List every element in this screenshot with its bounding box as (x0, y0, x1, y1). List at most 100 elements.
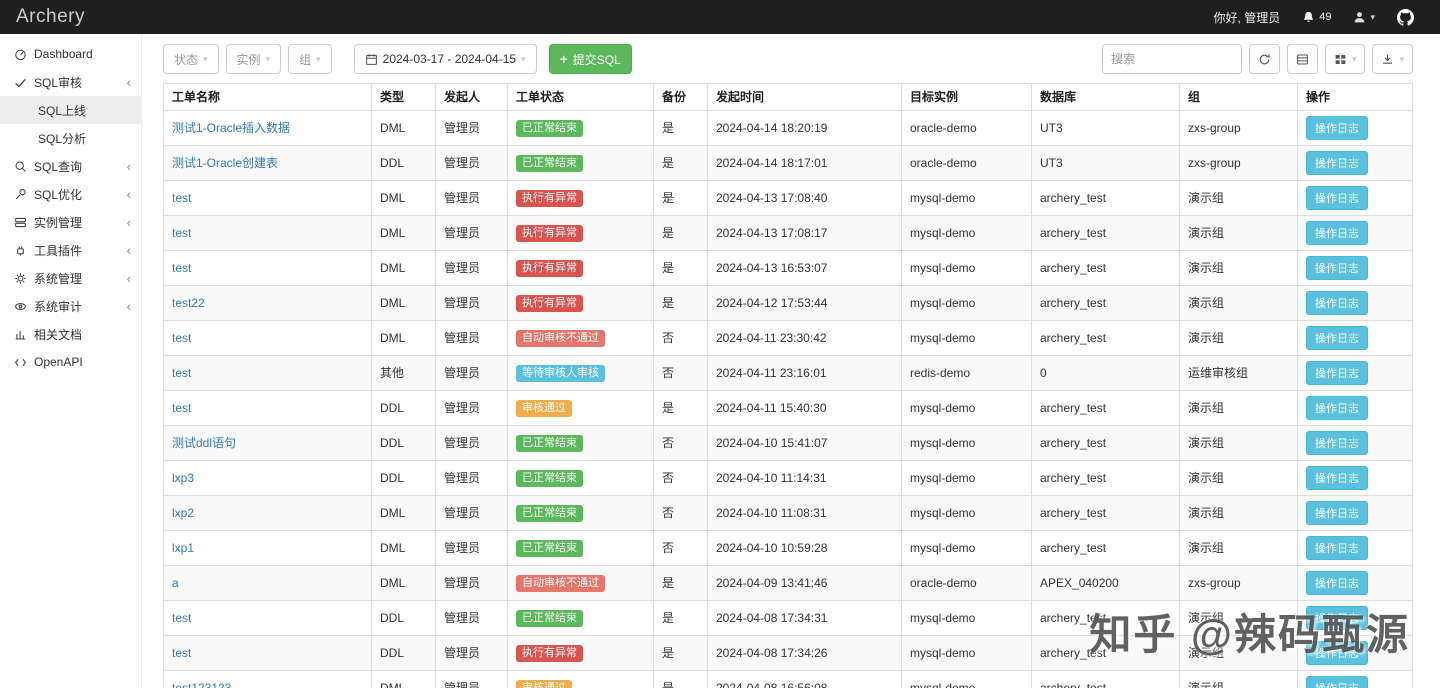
github-link[interactable] (1397, 8, 1414, 26)
status-badge: 执行有异常 (516, 224, 583, 243)
caret-down-icon: ▾ (316, 53, 321, 64)
group-filter-dropdown[interactable]: 组 ▾ (288, 44, 332, 74)
cell-instance: oracle-demo (901, 565, 1032, 601)
cell-backup: 否 (653, 460, 708, 496)
app-brand[interactable]: Archery (16, 6, 85, 28)
sidebar-item-tools-plugins[interactable]: 工具插件 ‹ (0, 236, 141, 264)
cell-user: 管理员 (435, 600, 508, 636)
cell-name: test (163, 355, 372, 391)
operation-log-button[interactable]: 操作日志 (1306, 501, 1368, 525)
operation-log-button[interactable]: 操作日志 (1306, 641, 1368, 665)
operation-log-button[interactable]: 操作日志 (1306, 291, 1368, 315)
operation-log-button[interactable]: 操作日志 (1306, 116, 1368, 140)
workflow-link[interactable]: test (172, 226, 191, 240)
sidebar-item-label: 工具插件 (34, 243, 83, 258)
workflow-link[interactable]: test (172, 366, 191, 380)
column-header-3[interactable]: 工单状态 (507, 83, 654, 111)
operation-log-button[interactable]: 操作日志 (1306, 606, 1368, 630)
operation-log-button[interactable]: 操作日志 (1306, 361, 1368, 385)
sidebar-item-openapi[interactable]: OpenAPI (0, 348, 141, 376)
workflow-link[interactable]: test (172, 191, 191, 205)
notifications-button[interactable]: 49 (1302, 11, 1331, 24)
cell-name: test (163, 320, 372, 356)
column-header-5[interactable]: 发起时间 (707, 83, 902, 111)
sidebar-item-sql-online[interactable]: SQL上线 (0, 96, 141, 124)
workflow-link[interactable]: lxp2 (172, 506, 194, 520)
workflow-link[interactable]: test123123 (172, 681, 231, 688)
workflow-link[interactable]: lxp3 (172, 471, 194, 485)
sidebar-item-sql-audit[interactable]: SQL审核 ‹ (0, 68, 141, 96)
operation-log-button[interactable]: 操作日志 (1306, 571, 1368, 595)
cell-type: DML (371, 110, 436, 146)
card-view-toggle-button[interactable] (1286, 44, 1318, 74)
workflow-link[interactable]: test (172, 401, 191, 415)
sidebar-item-instance-manage[interactable]: 实例管理 ‹ (0, 208, 141, 236)
caret-down-icon: ▾ (1399, 53, 1404, 64)
column-header-4[interactable]: 备份 (653, 83, 708, 111)
instance-filter-dropdown[interactable]: 实例 ▾ (225, 44, 282, 74)
cell-status: 执行有异常 (507, 635, 654, 671)
table-head: 工单名称 类型 发起人 工单状态 备份 发起时间 目标实例 数据库组操作 (163, 83, 1413, 111)
cell-action: 操作日志 (1297, 530, 1413, 566)
sidebar-item-sql-query[interactable]: SQL查询 ‹ (0, 152, 141, 180)
operation-log-button[interactable]: 操作日志 (1306, 431, 1368, 455)
sidebar-item-system-audit[interactable]: 系统审计 ‹ (0, 292, 141, 320)
workflow-link[interactable]: test (172, 646, 191, 660)
operation-log-button[interactable]: 操作日志 (1306, 186, 1368, 210)
cell-group: 演示组 (1179, 670, 1298, 688)
cell-action: 操作日志 (1297, 250, 1413, 286)
sidebar-item-dashboard[interactable]: Dashboard (0, 40, 141, 68)
cell-time: 2024-04-08 17:34:26 (707, 635, 902, 671)
submit-sql-button[interactable]: + 提交SQL (548, 44, 632, 74)
cell-status: 审核通过 (507, 670, 654, 688)
column-header-8[interactable]: 组 (1179, 83, 1298, 111)
caret-down-icon: ▾ (265, 53, 271, 64)
operation-log-button[interactable]: 操作日志 (1306, 676, 1368, 688)
operation-log-button[interactable]: 操作日志 (1306, 396, 1368, 420)
workflow-link[interactable]: test (172, 261, 191, 275)
table-row: 测试ddl语句 DDL 管理员 已正常结束 否 2024-04-10 15:41:07 my… (163, 425, 1413, 461)
workflow-link[interactable]: lxp1 (172, 541, 194, 555)
sidebar-item-sql-optimize[interactable]: SQL优化 ‹ (0, 180, 141, 208)
column-header-6[interactable]: 目标实例 (901, 83, 1032, 111)
sidebar-item-docs[interactable]: 相关文档 (0, 320, 141, 348)
workflow-link[interactable]: test (172, 611, 191, 625)
column-header-1[interactable]: 类型 (371, 83, 436, 111)
operation-log-button[interactable]: 操作日志 (1306, 466, 1368, 490)
cell-time: 2024-04-11 23:16:01 (707, 355, 902, 391)
table-row: test22 DML 管理员 执行有异常 是 2024-04-12 17:53:44 mys… (163, 285, 1413, 321)
cell-status: 自动审核不通过 (507, 320, 654, 356)
cell-backup: 否 (653, 320, 708, 356)
cell-name: test22 (163, 285, 372, 321)
status-filter-label: 状态 (174, 52, 199, 67)
date-range-picker[interactable]: 2024-03-17 - 2024-04-15 ▾ (353, 44, 537, 74)
workflow-link[interactable]: a (172, 576, 179, 590)
sidebar-item-system-manage[interactable]: 系统管理 ‹ (0, 264, 141, 292)
operation-log-button[interactable]: 操作日志 (1306, 256, 1368, 280)
refresh-button[interactable] (1248, 44, 1280, 74)
columns-dropdown-button[interactable]: ▾ (1324, 44, 1366, 74)
column-header-7[interactable]: 数据库 (1031, 83, 1180, 111)
eye-icon (14, 300, 34, 313)
search-input[interactable] (1101, 44, 1242, 74)
status-filter-dropdown[interactable]: 状态 ▾ (163, 44, 219, 74)
column-header-9[interactable]: 操作 (1297, 83, 1413, 111)
workflow-link[interactable]: test (172, 331, 191, 345)
sidebar-item-sql-analyze[interactable]: SQL分析 (0, 124, 141, 152)
operation-log-button[interactable]: 操作日志 (1306, 536, 1368, 560)
cell-type: DML (371, 285, 436, 321)
user-menu-button[interactable]: ▾ (1353, 11, 1375, 24)
operation-log-button[interactable]: 操作日志 (1306, 221, 1368, 245)
cell-db: archery_test (1031, 320, 1180, 356)
cell-user: 管理员 (435, 390, 508, 426)
workflow-link[interactable]: 测试1-Oracle插入数据 (172, 121, 290, 135)
workflow-link[interactable]: 测试1-Oracle创建表 (172, 156, 278, 170)
operation-log-button[interactable]: 操作日志 (1306, 326, 1368, 350)
operation-log-button[interactable]: 操作日志 (1306, 151, 1368, 175)
column-header-0[interactable]: 工单名称 (163, 83, 372, 111)
column-header-2[interactable]: 发起人 (435, 83, 508, 111)
workflow-link[interactable]: test22 (172, 296, 205, 310)
cell-group: 演示组 (1179, 425, 1298, 461)
workflow-link[interactable]: 测试ddl语句 (172, 436, 236, 450)
export-dropdown-button[interactable]: ▾ (1372, 44, 1413, 74)
